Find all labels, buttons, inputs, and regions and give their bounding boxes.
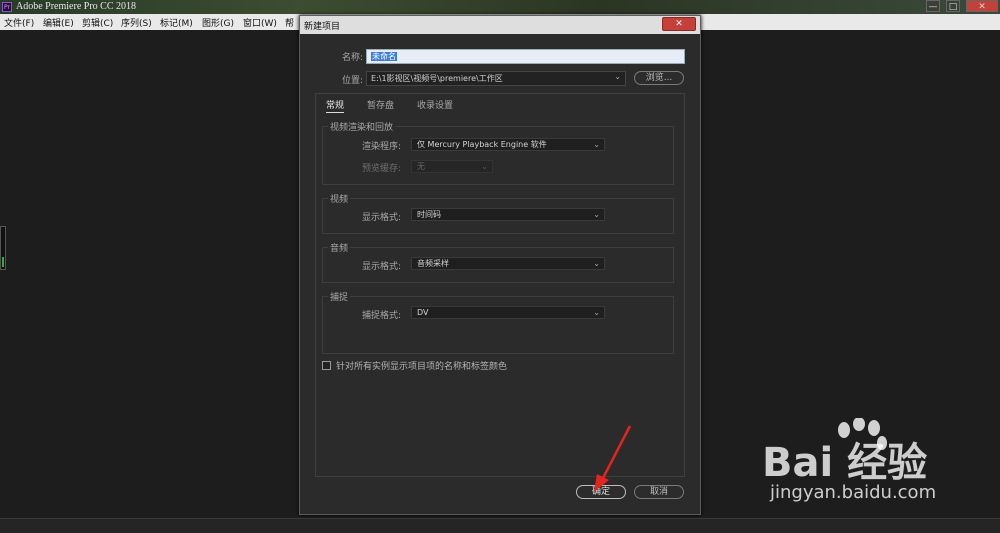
- app-close-button[interactable]: ✕: [966, 0, 998, 12]
- menu-clip[interactable]: 剪辑(C): [82, 16, 113, 29]
- renderer-select[interactable]: 仅 Mercury Playback Engine 软件 ⌄: [411, 138, 605, 151]
- minimize-button[interactable]: —: [926, 0, 940, 12]
- menu-file[interactable]: 文件(F): [4, 16, 34, 29]
- audio-display-select[interactable]: 音频采样 ⌄: [411, 257, 605, 270]
- show-label-colors-label: 针对所有实例显示项目项的名称和标签颜色: [336, 362, 508, 372]
- annotation-arrow-icon: [594, 425, 632, 492]
- watermark-main: Bai 经验: [762, 440, 928, 486]
- audio-group-title: 音频: [328, 241, 351, 254]
- baidu-watermark: Bai 经验 jingyan.baidu.com: [762, 418, 998, 528]
- video-display-label: 显示格式:: [362, 213, 402, 223]
- video-display-select[interactable]: 时间码 ⌄: [411, 208, 605, 221]
- menu-graphics[interactable]: 图形(G): [202, 16, 234, 29]
- audio-display-label: 显示格式:: [362, 262, 402, 272]
- menu-help[interactable]: 帮: [285, 16, 294, 29]
- dialog-close-button[interactable]: ✕: [662, 17, 696, 31]
- project-name-input[interactable]: 未命名: [366, 49, 685, 64]
- chevron-down-icon: ⌄: [593, 308, 600, 317]
- renderer-value: 仅 Mercury Playback Engine 软件: [417, 140, 547, 149]
- maximize-button[interactable]: □: [946, 0, 960, 12]
- cancel-button[interactable]: 取消: [634, 485, 684, 499]
- preview-cache-label: 预览缓存:: [362, 164, 402, 174]
- video-group-title: 视频: [328, 192, 351, 205]
- location-value: E:\1影视区\视频号\premiere\工作区: [371, 74, 503, 83]
- renderer-label: 渲染程序:: [362, 142, 402, 152]
- chevron-down-icon: ⌄: [593, 210, 600, 219]
- tab-ingest-settings[interactable]: 收录设置: [417, 98, 453, 111]
- render-group-title: 视频渲染和回放: [328, 120, 396, 133]
- name-label: 名称:: [342, 53, 364, 63]
- browse-button[interactable]: 浏览...: [634, 71, 684, 85]
- chevron-down-icon: ⌄: [593, 140, 600, 149]
- watermark-url: jingyan.baidu.com: [770, 482, 937, 503]
- app-title: Adobe Premiere Pro CC 2018: [16, 1, 136, 12]
- project-name-value: 未命名: [371, 52, 397, 61]
- location-select[interactable]: E:\1影视区\视频号\premiere\工作区 ⌄: [366, 71, 626, 86]
- capture-format-label: 捕捉格式:: [362, 311, 402, 321]
- video-display-value: 时间码: [417, 210, 441, 219]
- dialog-title-bar: 新建项目 ✕: [300, 16, 700, 34]
- menu-edit[interactable]: 编辑(E): [43, 16, 74, 29]
- audio-meter: [0, 226, 6, 270]
- menu-markers[interactable]: 标记(M): [160, 16, 193, 29]
- menu-window[interactable]: 窗口(W): [243, 16, 277, 29]
- capture-format-select[interactable]: DV ⌄: [411, 306, 605, 319]
- menu-sequence[interactable]: 序列(S): [121, 16, 152, 29]
- location-label: 位置:: [342, 76, 364, 86]
- capture-group-title: 捕捉: [328, 290, 351, 303]
- preview-cache-value: 无: [417, 162, 425, 171]
- audio-display-value: 音频采样: [417, 259, 449, 268]
- chevron-down-icon: ⌄: [481, 162, 488, 171]
- render-group: [322, 126, 674, 185]
- tab-scratch-disks[interactable]: 暂存盘: [367, 98, 394, 111]
- premiere-logo-icon: Pr: [2, 2, 12, 12]
- preview-cache-select: 无 ⌄: [411, 160, 493, 173]
- capture-group: [322, 296, 674, 354]
- new-project-dialog: 新建项目 ✕ 名称: 未命名 位置: E:\1影视区\视频号\premiere\…: [299, 15, 701, 515]
- chevron-down-icon: ⌄: [593, 259, 600, 268]
- audio-level-bar: [2, 257, 4, 267]
- capture-format-value: DV: [417, 308, 429, 317]
- show-label-colors-checkbox[interactable]: [322, 361, 331, 370]
- chevron-down-icon: ⌄: [614, 72, 621, 81]
- tab-general[interactable]: 常规: [326, 98, 345, 113]
- app-title-bar: Pr Adobe Premiere Pro CC 2018 — □ ✕: [0, 0, 1000, 14]
- dialog-title: 新建项目: [304, 22, 341, 32]
